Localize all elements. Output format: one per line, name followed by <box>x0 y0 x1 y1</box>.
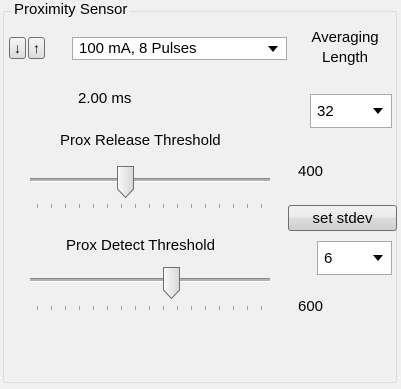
down-arrow-icon: ↓ <box>14 40 21 56</box>
group-title: Proximity Sensor <box>11 1 131 19</box>
averaging-length-dropdown[interactable]: 32 <box>310 94 392 128</box>
detect-threshold-slider-thumb[interactable] <box>162 266 181 300</box>
set-stdev-button[interactable]: set stdev <box>288 205 397 231</box>
down-arrow-button[interactable]: ↓ <box>9 37 26 59</box>
averaging-length-label: Averaging Length <box>292 28 398 68</box>
timing-label: 2.00 ms <box>78 90 132 107</box>
release-threshold-label: Prox Release Threshold <box>60 132 221 149</box>
chevron-down-icon <box>373 255 383 261</box>
chevron-down-icon <box>268 45 278 52</box>
up-arrow-icon: ↑ <box>33 40 40 56</box>
led-current-dropdown[interactable]: 100 mA, 8 Pulses <box>72 37 287 60</box>
led-current-value: 100 mA, 8 Pulses <box>79 40 197 57</box>
averaging-label-line1: Averaging <box>311 29 379 46</box>
release-threshold-slider-track[interactable] <box>30 178 270 182</box>
release-threshold-slider-thumb[interactable] <box>116 165 135 199</box>
detect-threshold-ticks <box>30 306 270 314</box>
stdev-dropdown[interactable]: 6 <box>317 241 392 275</box>
release-threshold-ticks <box>30 204 270 212</box>
detect-threshold-label: Prox Detect Threshold <box>66 237 215 254</box>
detect-threshold-slider-track[interactable] <box>30 278 270 282</box>
release-threshold-value: 400 <box>298 163 324 180</box>
up-arrow-button[interactable]: ↑ <box>28 37 45 59</box>
averaging-length-value: 32 <box>317 102 334 120</box>
stdev-value: 6 <box>324 249 333 267</box>
averaging-label-line2: Length <box>322 49 368 66</box>
detect-threshold-value: 600 <box>298 298 324 315</box>
chevron-down-icon <box>373 108 383 114</box>
